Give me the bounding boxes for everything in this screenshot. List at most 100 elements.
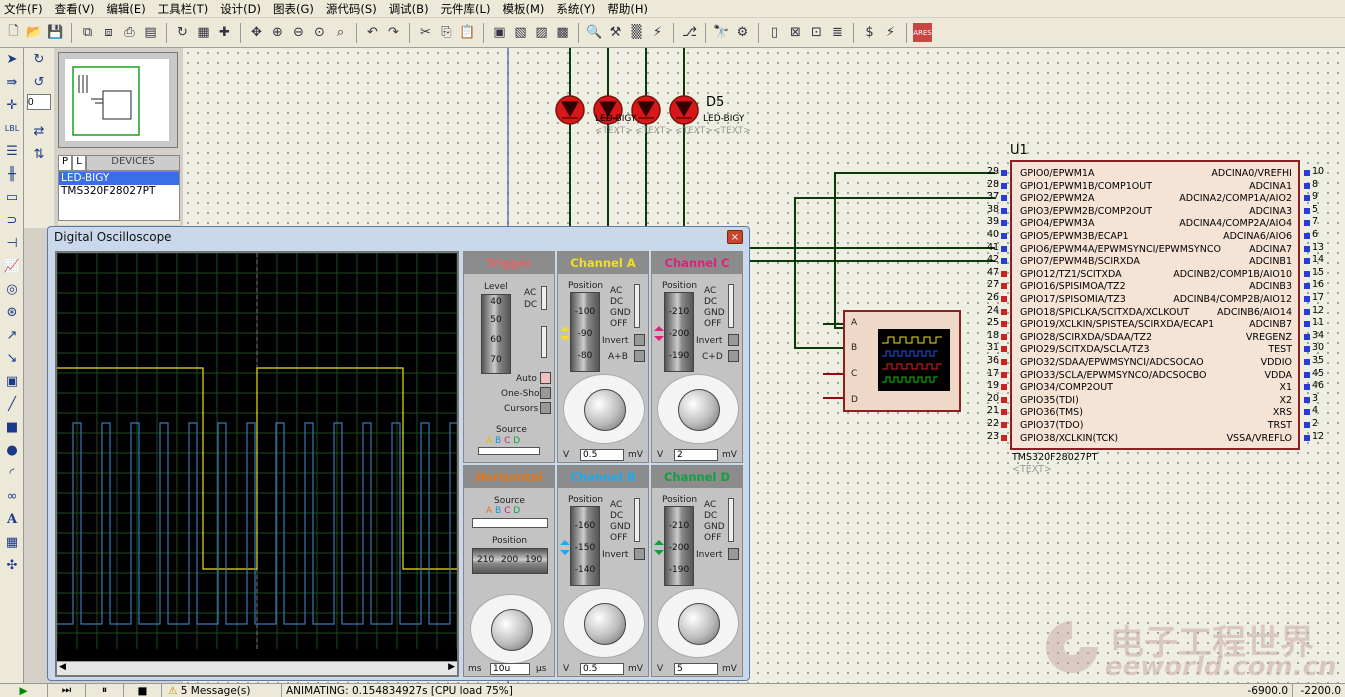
chip-pin-connector[interactable] <box>1001 220 1007 227</box>
menu-item[interactable]: 模板(M) <box>502 1 544 17</box>
netlist-icon[interactable]: ⚡ <box>881 23 900 42</box>
position-up-arrow-icon[interactable] <box>654 326 664 331</box>
device-item[interactable]: LED-BIGY <box>59 172 179 185</box>
volts-div-dial[interactable] <box>563 374 645 444</box>
position-down-arrow-icon[interactable] <box>560 550 570 555</box>
chip-pin-connector[interactable] <box>1304 270 1310 277</box>
menu-item[interactable]: 图表(G) <box>273 1 314 17</box>
chip-pin-connector[interactable] <box>1001 270 1007 277</box>
play-button[interactable]: ▶ <box>0 683 48 697</box>
chip-pin-connector[interactable] <box>1001 245 1007 252</box>
wire-autorouter-icon[interactable]: ⎇ <box>680 23 699 42</box>
mirror-y-icon[interactable]: ⇅ <box>24 143 54 166</box>
pick-device-icon[interactable]: 🔍 <box>585 23 604 42</box>
chip-pin-connector[interactable] <box>1304 296 1310 302</box>
invert-button[interactable] <box>728 548 739 560</box>
buses-icon[interactable]: ╫ <box>0 163 24 186</box>
chip-tms320[interactable]: GPIO0/EPWM1A GPIO1/EPWM1B/COMP1OUT GPIO2/E… <box>1010 160 1300 450</box>
chip-pin-connector[interactable] <box>1001 422 1007 428</box>
electrical-rules-icon[interactable]: $ <box>860 23 879 42</box>
menu-item[interactable]: 源代码(S) <box>326 1 377 17</box>
chip-pin-connector[interactable] <box>1304 384 1310 391</box>
chip-pin-connector[interactable] <box>1304 195 1310 202</box>
subcircuit-icon[interactable]: ▭ <box>0 186 24 209</box>
position-down-arrow-icon[interactable] <box>560 336 570 341</box>
channel-position-scale[interactable]: -100 -90 -80 <box>570 292 600 372</box>
scroll-left-icon[interactable]: ◀ <box>59 662 66 672</box>
chip-pin-connector[interactable] <box>1304 422 1310 428</box>
component-mode-icon[interactable]: ⇛ <box>0 71 24 94</box>
menu-item[interactable]: 工具栏(T) <box>158 1 209 17</box>
volts-div-dial[interactable] <box>563 588 645 658</box>
remove-sheet-icon[interactable]: ⊠ <box>786 23 805 42</box>
block-move-icon[interactable]: ▧ <box>511 23 530 42</box>
chip-pin-connector[interactable] <box>1304 182 1310 189</box>
package-icon[interactable]: ▒ <box>627 23 646 42</box>
source-slider[interactable] <box>478 447 540 455</box>
messages-area[interactable]: ⚠ 5 Message(s) <box>162 683 282 697</box>
chip-pin-connector[interactable] <box>1001 333 1007 340</box>
chip-pin-connector[interactable] <box>1304 346 1310 353</box>
chip-pin-connector[interactable] <box>1304 308 1310 315</box>
ares-icon[interactable]: ARES <box>913 23 932 42</box>
oscilloscope-window[interactable]: Digital Oscilloscope × ◀ ▶ Trigger Level… <box>47 226 750 681</box>
zoom-in-icon[interactable]: ⊕ <box>268 23 287 42</box>
position-up-arrow-icon[interactable] <box>560 326 570 331</box>
circle-icon[interactable]: ● <box>0 439 24 462</box>
chip-pin-connector[interactable] <box>1304 170 1310 176</box>
make-device-icon[interactable]: ⚒ <box>606 23 625 42</box>
import-icon[interactable]: ⧉ <box>78 23 97 42</box>
chip-pin-connector[interactable] <box>1001 296 1007 302</box>
chip-pin-connector[interactable] <box>1001 371 1007 378</box>
invert-button[interactable] <box>634 334 645 346</box>
wire-label-icon[interactable]: LBL <box>0 117 24 140</box>
menu-item[interactable]: 元件库(L) <box>441 1 491 17</box>
chip-pin-connector[interactable] <box>1304 333 1310 340</box>
device-item[interactable]: TMS320F28027PT <box>59 185 179 198</box>
chip-pin-connector[interactable] <box>1001 308 1007 315</box>
box-icon[interactable]: ■ <box>0 416 24 439</box>
chip-pin-connector[interactable] <box>1001 182 1007 189</box>
generator-icon[interactable]: ⊛ <box>0 301 24 324</box>
menu-item[interactable]: 设计(D) <box>220 1 261 17</box>
pan-icon[interactable]: ✥ <box>247 23 266 42</box>
block-rotate-icon[interactable]: ▨ <box>532 23 551 42</box>
print-area-icon[interactable]: ▤ <box>141 23 160 42</box>
chip-pin-connector[interactable] <box>1001 409 1007 416</box>
chip-pin-connector[interactable] <box>1001 359 1007 365</box>
origin-icon[interactable]: ✚ <box>215 23 234 42</box>
pause-button[interactable]: ⏸ <box>86 683 124 697</box>
chip-pin-connector[interactable] <box>1001 384 1007 391</box>
copy-icon[interactable]: ⎘ <box>437 23 456 42</box>
auto-button[interactable] <box>540 372 551 384</box>
menu-item[interactable]: 文件(F) <box>4 1 43 17</box>
save-icon[interactable]: 💾 <box>46 23 65 42</box>
invert-button[interactable] <box>728 334 739 346</box>
marker-icon[interactable]: ✣ <box>0 554 24 577</box>
zoom-out-icon[interactable]: ⊖ <box>289 23 308 42</box>
paste-icon[interactable]: 📋 <box>458 23 477 42</box>
volts-div-dial[interactable] <box>657 588 739 658</box>
pick-devices-button[interactable]: P <box>58 155 72 171</box>
scope-scrollbar[interactable]: ◀ ▶ <box>57 661 457 675</box>
coupling-switch[interactable] <box>634 498 640 542</box>
cursors-button[interactable] <box>540 402 551 414</box>
close-button[interactable]: × <box>727 230 743 244</box>
refresh-icon[interactable]: ↻ <box>173 23 192 42</box>
stop-button[interactable]: ■ <box>124 683 162 697</box>
trigger-level-scale[interactable]: 40 50 60 70 <box>481 294 511 374</box>
junction-dot-icon[interactable]: ✛ <box>0 94 24 117</box>
invert-button[interactable] <box>634 548 645 560</box>
chip-pin-connector[interactable] <box>1001 258 1007 265</box>
coupling-switch[interactable] <box>728 498 734 542</box>
voltage-probe-icon[interactable]: ↗ <box>0 324 24 347</box>
grid-icon[interactable]: ▦ <box>194 23 213 42</box>
block-delete-icon[interactable]: ▩ <box>553 23 572 42</box>
bom-icon[interactable]: ≣ <box>828 23 847 42</box>
rotation-angle-input[interactable] <box>27 94 51 110</box>
chip-pin-connector[interactable] <box>1304 359 1310 365</box>
tape-recorder-icon[interactable]: ◎ <box>0 278 24 301</box>
scroll-right-icon[interactable]: ▶ <box>448 662 455 672</box>
chip-pin-connector[interactable] <box>1304 434 1310 441</box>
redo-icon[interactable]: ↷ <box>384 23 403 42</box>
